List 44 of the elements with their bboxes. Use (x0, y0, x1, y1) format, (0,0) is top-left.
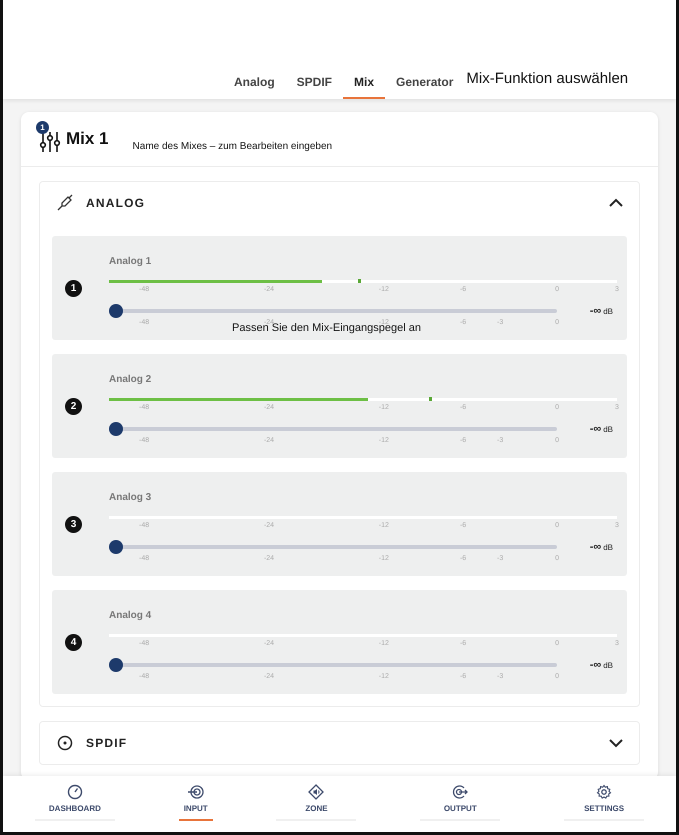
section-title[interactable]: ANALOG (86, 196, 609, 210)
settings-icon (596, 784, 612, 800)
fader-slider[interactable] (109, 304, 557, 318)
tab[interactable]: Analog (223, 75, 286, 99)
fader-slider[interactable] (109, 658, 557, 672)
tab[interactable]: Mix (343, 75, 386, 99)
chevron-down-icon[interactable] (609, 738, 623, 748)
fader-slider[interactable] (109, 540, 557, 554)
tab[interactable]: Generator (385, 75, 464, 99)
fader-slider[interactable] (109, 422, 557, 436)
nav-tab[interactable]: SETTINGS (564, 784, 644, 821)
fader-thumb[interactable] (109, 658, 123, 672)
fader-thumb[interactable] (109, 304, 123, 318)
chevron-up-icon[interactable] (609, 198, 623, 208)
gauge-icon (66, 784, 83, 800)
mix-title[interactable]: Mix 1 (66, 129, 109, 149)
optical-port-icon (56, 734, 74, 752)
channel-name: Analog 3 (109, 492, 152, 503)
sliders-icon (39, 130, 61, 154)
channel-name: Analog 4 (109, 610, 152, 621)
channel-number: 4 (65, 634, 82, 651)
gain-reading: -∞ dB (590, 541, 613, 553)
count-badge: 1 (36, 121, 49, 134)
speaker-diamond-icon (308, 784, 324, 800)
annotation: Name des Mixes – zum Bearbeiten eingeben (132, 140, 332, 152)
fader-thumb[interactable] (109, 422, 123, 436)
channel-name: Analog 1 (109, 256, 152, 267)
nav-tab[interactable]: INPUT (178, 784, 213, 821)
gain-reading: -∞ dB (590, 305, 613, 317)
annotation: Mix-Funktion auswählen (465, 70, 628, 89)
tab[interactable]: SPDIF (286, 75, 344, 99)
cable-plug-icon (56, 194, 74, 212)
gain-reading: -∞ dB (590, 659, 613, 671)
nav-tab[interactable]: OUTPUT (420, 784, 500, 821)
channel-number: 1 (65, 280, 82, 297)
channel-name: Analog 2 (109, 374, 152, 385)
gain-reading: -∞ dB (590, 423, 613, 435)
target-arrow-icon (452, 784, 468, 800)
nav-tab[interactable]: DASHBOARD (34, 784, 115, 821)
fader-thumb[interactable] (109, 540, 123, 554)
channel-number: 2 (65, 398, 82, 415)
section-title[interactable]: SPDIF (86, 736, 609, 750)
nav-tab[interactable]: ZONE (276, 784, 356, 821)
channel-number: 3 (65, 516, 82, 533)
